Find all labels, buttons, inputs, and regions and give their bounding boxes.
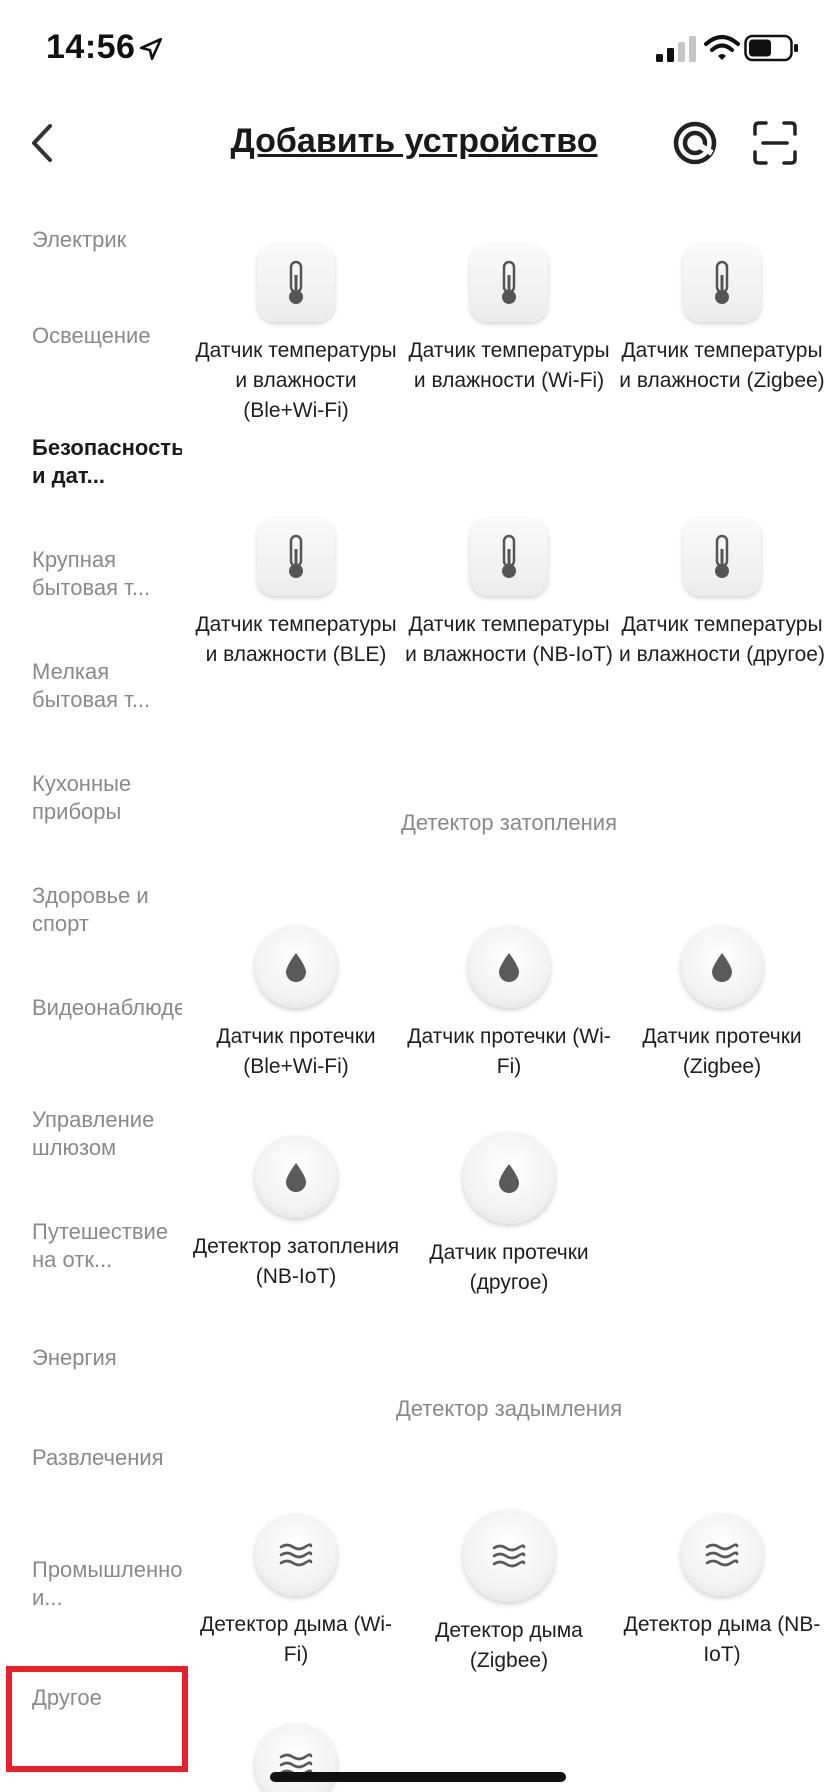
sidebar-item-lighting[interactable]: Освещение bbox=[32, 322, 182, 350]
water-drop-icon bbox=[499, 1164, 519, 1193]
device-temp-ble-wifi[interactable]: Датчик температуры и влажности (Ble+Wi-F… bbox=[190, 244, 402, 426]
battery-icon bbox=[744, 34, 798, 62]
device-smoke-nbiot[interactable]: Детектор дыма (NB-IoT) bbox=[616, 1514, 828, 1670]
qr-scan-icon[interactable] bbox=[752, 120, 798, 166]
sidebar-item-industry[interactable]: Промышленность и... bbox=[32, 1556, 182, 1612]
cellular-signal-icon bbox=[656, 36, 696, 62]
device-leak-other[interactable]: Датчик протечки (другое) bbox=[403, 1132, 615, 1298]
thermometer-icon bbox=[289, 260, 303, 304]
device-temp-wifi[interactable]: Датчик температуры и влажности (Wi-Fi) bbox=[403, 244, 615, 396]
water-drop-icon bbox=[286, 953, 306, 982]
thermometer-icon bbox=[715, 260, 729, 304]
thermometer-icon bbox=[502, 260, 516, 304]
home-indicator[interactable] bbox=[270, 1772, 566, 1782]
thermometer-icon bbox=[715, 534, 729, 578]
device-leak-zigbee[interactable]: Датчик протечки (Zigbee) bbox=[616, 926, 828, 1082]
device-temp-ble[interactable]: Датчик температуры и влажности (BLE) bbox=[190, 518, 402, 670]
water-drop-icon bbox=[286, 1163, 306, 1192]
section-title-flood: Детектор затопления bbox=[401, 810, 617, 835]
sidebar-item-large-appliances[interactable]: Крупная бытовая т... bbox=[32, 546, 182, 602]
device-leak-ble-wifi[interactable]: Датчик протечки (Ble+Wi-Fi) bbox=[190, 926, 402, 1082]
device-temp-nbiot[interactable]: Датчик температуры и влажности (NB-IoT) bbox=[403, 518, 615, 670]
thermometer-icon bbox=[289, 534, 303, 578]
sidebar-item-small-appliances[interactable]: Мелкая бытовая т... bbox=[32, 658, 182, 714]
smoke-waves-icon bbox=[705, 1543, 739, 1567]
smoke-waves-icon bbox=[492, 1544, 526, 1568]
sidebar-item-energy[interactable]: Энергия bbox=[32, 1344, 182, 1372]
device-smoke-wifi[interactable]: Детектор дыма (Wi-Fi) bbox=[190, 1514, 402, 1670]
device-leak-wifi[interactable]: Датчик протечки (Wi-Fi) bbox=[403, 926, 615, 1082]
sidebar-item-health-sport[interactable]: Здоровье и спорт bbox=[32, 882, 182, 938]
nav-header: Добавить устройство bbox=[0, 100, 828, 210]
status-time: 14:56 bbox=[46, 28, 136, 66]
sidebar-item-entertainment[interactable]: Развлечения bbox=[32, 1444, 182, 1472]
device-smoke-zigbee[interactable]: Детектор дыма (Zigbee) bbox=[403, 1510, 615, 1676]
category-sidebar: Электрик Освещение Безопасность и дат...… bbox=[0, 210, 190, 1792]
sidebar-item-security-sensors[interactable]: Безопасность и дат... bbox=[32, 434, 182, 490]
wifi-icon bbox=[704, 35, 740, 60]
sidebar-item-gateway[interactable]: Управление шлюзом bbox=[32, 1106, 182, 1162]
auto-scan-radar-icon[interactable] bbox=[672, 120, 718, 166]
water-drop-icon bbox=[499, 953, 519, 982]
water-drop-icon bbox=[712, 953, 732, 982]
status-bar: 14:56 bbox=[0, 0, 828, 100]
smoke-waves-icon bbox=[279, 1543, 313, 1567]
thermometer-icon bbox=[502, 534, 516, 578]
device-flood-nbiot[interactable]: Детектор затопления (NB-IoT) bbox=[190, 1136, 402, 1292]
section-title-smoke: Детектор задымления bbox=[395, 1396, 623, 1421]
sidebar-item-kitchen[interactable]: Кухонные приборы bbox=[32, 770, 182, 826]
sidebar-item-video-surveillance[interactable]: Видеонаблюдение bbox=[32, 994, 182, 1022]
location-arrow-icon bbox=[139, 37, 163, 61]
sidebar-item-electric[interactable]: Электрик bbox=[32, 226, 182, 254]
device-temp-zigbee[interactable]: Датчик температуры и влажности (Zigbee) bbox=[616, 244, 828, 396]
device-temp-other[interactable]: Датчик температуры и влажности (другое) bbox=[616, 518, 828, 670]
sidebar-item-other[interactable]: Другое bbox=[32, 1684, 182, 1712]
sidebar-item-travel[interactable]: Путешествие на отк... bbox=[32, 1218, 182, 1274]
device-grid: Датчик температуры и влажности (Ble+Wi-F… bbox=[190, 210, 828, 1792]
